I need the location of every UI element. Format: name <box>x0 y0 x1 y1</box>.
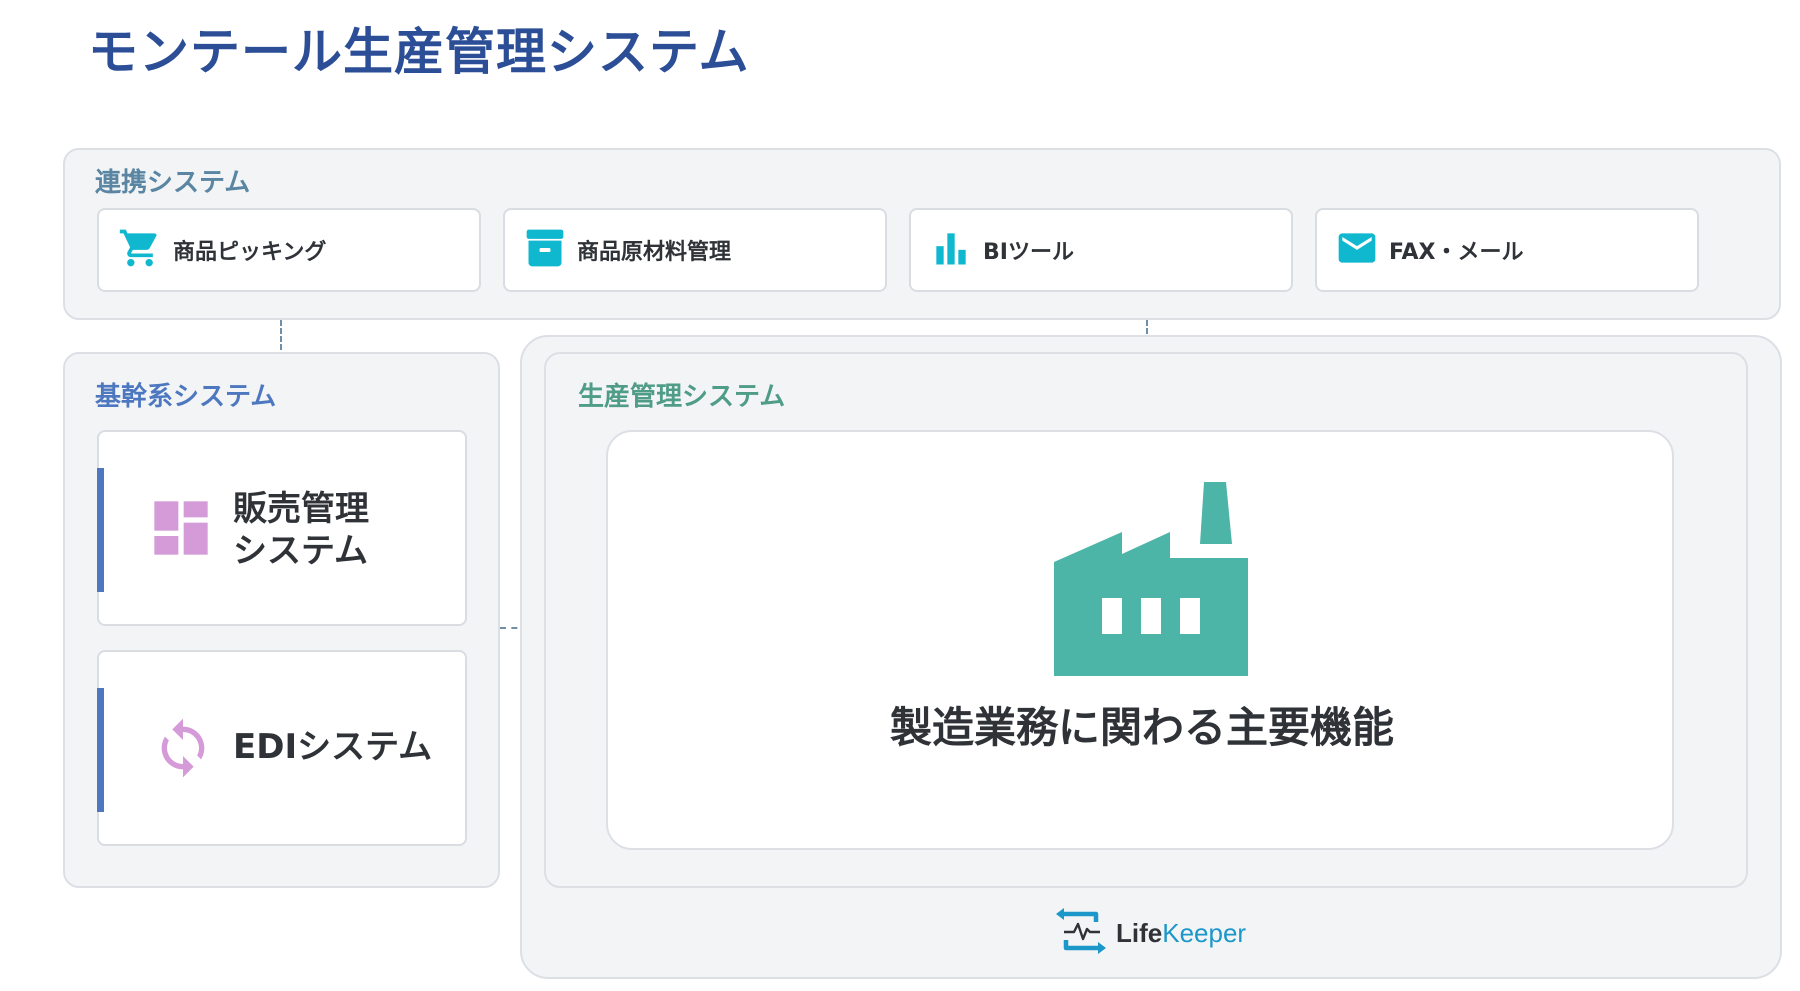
edi-label: EDIシステム <box>233 727 433 767</box>
core-item-sales-management[interactable]: 販売管理 システム <box>97 430 467 626</box>
sales-management-label-line1: 販売管理 <box>233 489 369 529</box>
linked-item-label: 商品ピッキング <box>173 240 327 265</box>
cart-icon <box>117 226 163 274</box>
linked-item-fax-mail[interactable]: FAX・メール <box>1315 208 1699 292</box>
linked-systems-title: 連携システム <box>95 168 251 198</box>
accent-bar <box>97 688 104 812</box>
core-systems-title: 基幹系システム <box>95 382 277 412</box>
dashboard-grid-icon <box>149 496 213 564</box>
logo-text-keeper: Keeper <box>1162 917 1247 948</box>
core-systems-panel: 基幹系システム 販売管理 システム EDIシステム <box>63 352 500 888</box>
production-main-label: 製造業務に関わる主要機能 <box>889 703 1394 752</box>
page-title: モンテール生産管理システム <box>88 23 750 81</box>
linked-item-materials[interactable]: 商品原材料管理 <box>503 208 887 292</box>
logo-text-life: Life <box>1116 917 1163 948</box>
lifekeeper-logo: LifeKeeper <box>1052 904 1246 962</box>
lifekeeper-logo-icon <box>1052 902 1110 964</box>
linked-systems-panel: 連携システム 商品ピッキング 商品原材料管理 BIツール FAX・メール <box>63 148 1781 320</box>
production-panel: 生産管理システム 製造業務に関わる主要機能 <box>544 352 1748 888</box>
production-title: 生産管理システム <box>578 382 786 412</box>
sync-arrows-icon <box>151 712 215 788</box>
linked-item-bi-tool[interactable]: BIツール <box>909 208 1293 292</box>
production-main-card[interactable]: 製造業務に関わる主要機能 <box>606 430 1674 850</box>
mail-icon <box>1335 226 1379 274</box>
linked-item-picking[interactable]: 商品ピッキング <box>97 208 481 292</box>
bar-chart-icon <box>929 226 973 274</box>
core-item-edi[interactable]: EDIシステム <box>97 650 467 846</box>
factory-icon <box>1054 482 1248 680</box>
sales-management-label-line2: システム <box>233 531 368 571</box>
linked-item-label: BIツール <box>983 240 1074 265</box>
linked-item-label: FAX・メール <box>1389 240 1524 265</box>
archive-box-icon <box>523 226 567 274</box>
connector-linked-to-core <box>280 320 282 350</box>
accent-bar <box>97 468 104 592</box>
linked-item-label: 商品原材料管理 <box>577 240 732 265</box>
